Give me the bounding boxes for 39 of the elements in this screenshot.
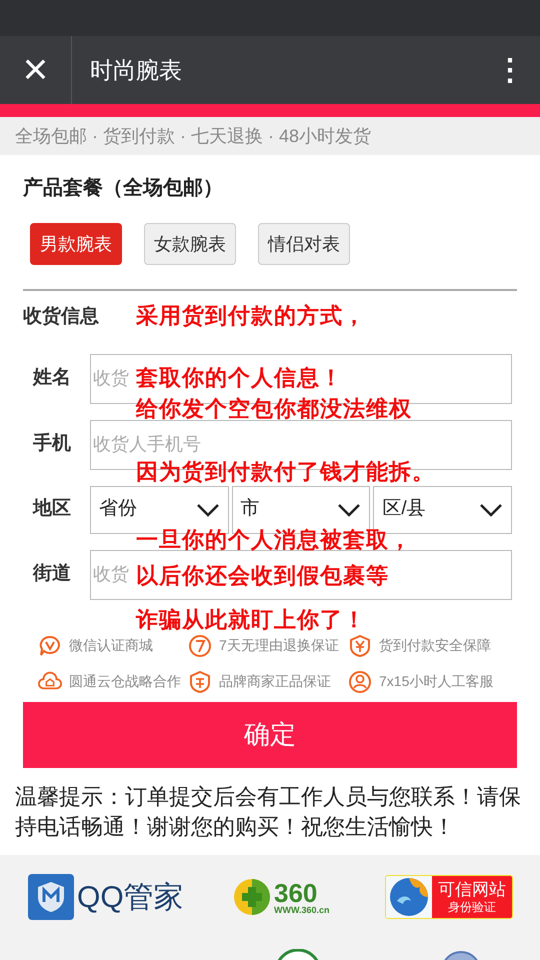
menu-button[interactable]: ⋮ [480,48,540,92]
guarantee-text: 圆通云仓战略合作 [69,672,181,691]
chevron-down-icon [337,502,362,516]
logo-url: WWW.360.cn [274,906,330,914]
package-option[interactable]: 男款腕表 [30,223,122,265]
logo-subtext: 身份验证 [448,900,496,916]
package-option[interactable]: 情侣对表 [258,223,350,265]
section-heading: 产品套餐（全场包邮） [23,176,224,201]
plus-ball-icon [233,878,271,916]
page-title: 时尚腕表 [90,56,183,85]
field-label: 街道 [33,562,72,586]
section-heading: 收货信息 [23,305,99,329]
warning-text: 诈骗从此就盯上你了！ [136,610,366,632]
guarantee-text: 品牌商家正品保证 [219,672,331,691]
shield-icon [188,670,212,694]
guarantee-text: 7天无理由退换保证 [219,636,339,655]
yen-shield-icon [348,634,372,658]
field-label: 手机 [33,432,72,456]
speech-bubble-icon [38,634,62,658]
tip-text: 温馨提示：订单提交后会有工作人员与您联系！请保持电话畅通！谢谢您的购买！祝您生活愉快！ [14,782,522,840]
person-icon [348,670,372,694]
field-label: 地区 [33,497,72,522]
chevron-down-icon [196,502,220,516]
warning-text: 以后你还会收到假包裹等 [136,566,389,588]
guarantee-text: 货到付款安全保障 [379,636,491,655]
logo-text: 可信网站 [438,878,506,900]
warning-text: 采用货到付款的方式， [136,306,366,328]
shield-logo-icon [28,874,74,920]
guarantee-text: 微信认证商城 [69,636,153,655]
chevron-down-icon [479,502,504,516]
warning-text: 套取你的个人信息！ [136,368,343,390]
logo-text: 360 [274,880,318,906]
swirl-logo-icon [389,877,429,917]
field-label: 姓名 [33,366,72,390]
logo-text: QQ管家 [77,880,184,916]
notice-bar: 全场包邮 · 货到付款 · 七天退换 · 48小时发货 [0,117,540,155]
guarantee-text: 7x15小时人工客服 [379,672,494,691]
confirm-button[interactable]: 确定 [23,702,517,768]
package-option[interactable]: 女款腕表 [144,223,236,265]
